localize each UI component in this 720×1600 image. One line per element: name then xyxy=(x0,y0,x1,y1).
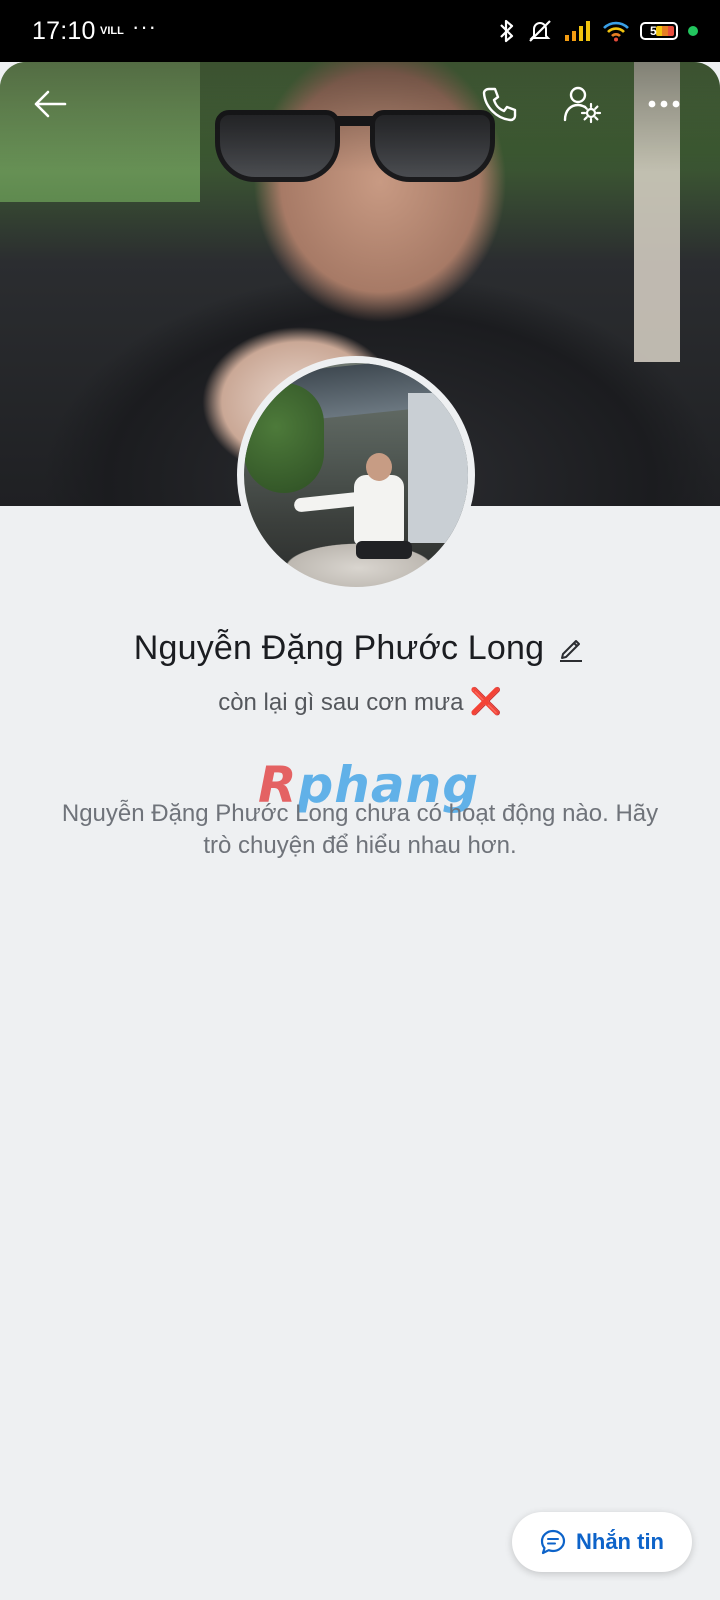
more-icon xyxy=(648,100,680,108)
carrier-label: VILL xyxy=(100,25,124,37)
active-dot xyxy=(688,26,698,36)
status-bar: 17:10 VILL ··· 5 xyxy=(0,0,720,62)
status-icons: 5 xyxy=(498,18,698,44)
back-button[interactable] xyxy=(28,82,72,126)
profile-settings-button[interactable] xyxy=(560,82,604,126)
status-time: 17:10 xyxy=(32,17,96,45)
message-button-label: Nhắn tin xyxy=(576,1529,664,1554)
message-button[interactable]: Nhắn tin xyxy=(512,1512,692,1572)
more-button[interactable] xyxy=(642,82,686,126)
back-arrow-icon xyxy=(34,90,67,118)
cross-emoji: ❌ xyxy=(469,686,502,716)
pencil-icon xyxy=(560,640,583,662)
edit-name-button[interactable] xyxy=(556,633,586,663)
bluetooth-icon xyxy=(500,19,514,43)
name-row: Nguyễn Đặng Phước Long xyxy=(0,624,720,672)
signal-icon xyxy=(565,21,590,41)
wifi-icon xyxy=(603,21,629,42)
profile-status: còn lại gì sau cơn mưa ❌ xyxy=(0,686,720,717)
profile-settings-icon xyxy=(563,86,602,124)
phone-icon xyxy=(482,87,517,122)
cover-shade xyxy=(0,62,720,172)
status-overflow-dots: ··· xyxy=(132,14,157,39)
profile-status-text: còn lại gì sau cơn mưa xyxy=(218,689,464,716)
battery-icon: 5 xyxy=(640,22,678,40)
battery-level-text: 5 xyxy=(650,24,657,38)
call-button[interactable] xyxy=(478,82,522,126)
profile-name: Nguyễn Đặng Phước Long xyxy=(133,628,545,667)
battery-stripes xyxy=(656,26,674,36)
mute-vibrate-icon xyxy=(529,20,551,42)
avatar[interactable] xyxy=(237,356,475,594)
empty-activity-message: Nguyễn Đặng Phước Long chưa có hoạt động… xyxy=(61,800,659,859)
chat-icon xyxy=(540,1529,566,1555)
profile-screen: 17:10 VILL ··· 5 Nguyễn Đặng Phước Long … xyxy=(0,0,720,1600)
